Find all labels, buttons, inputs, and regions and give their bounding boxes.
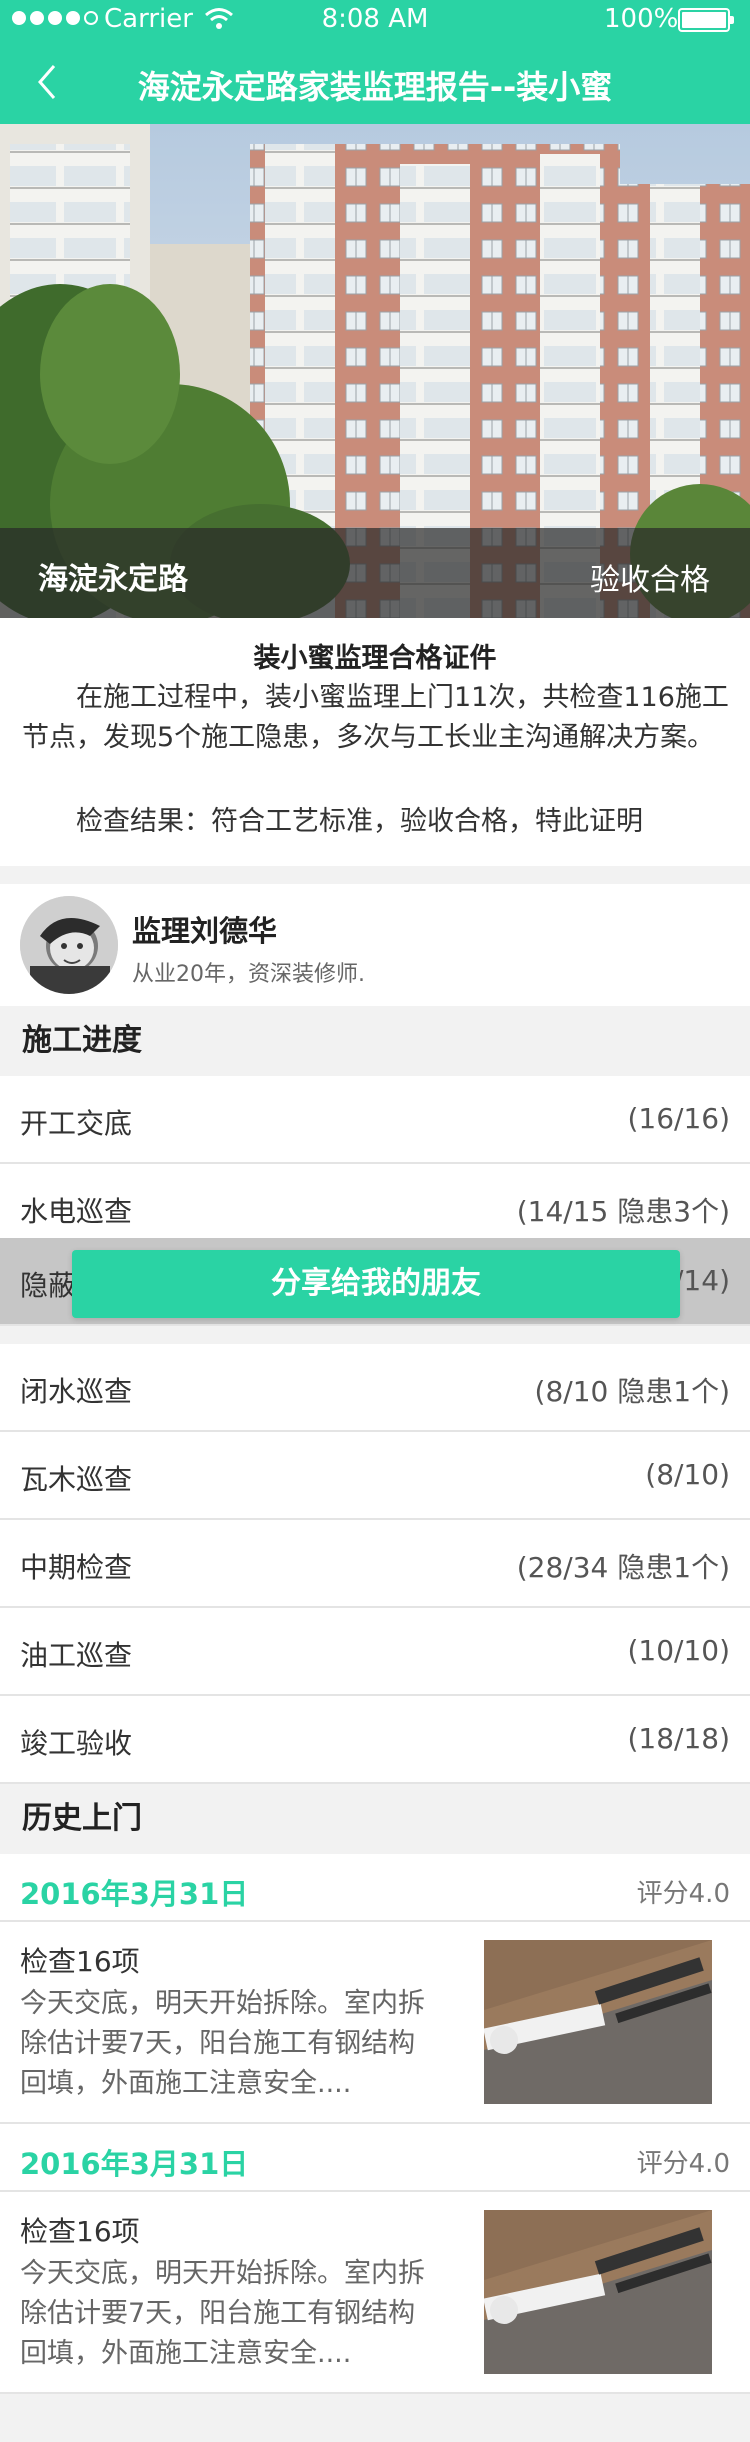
certificate-title: 装小蜜监理合格证件	[253, 643, 497, 674]
progress-row[interactable]: 瓦木巡查 (8/10)	[0, 1432, 750, 1520]
page-title: 海淀永定路家装监理报告--装小蜜	[137, 68, 613, 106]
visit-title: 检查16项	[20, 1945, 140, 1978]
progress-label: 竣工验收	[20, 1727, 133, 1760]
visit-card[interactable]: 检查16项 今天交底，明天开始拆除。室内拆除估计要7天，阳台施工有钢结构回填，外…	[0, 2192, 750, 2394]
visit-score: 评分4.0	[636, 2149, 730, 2179]
progress-label: 油工巡查	[20, 1639, 133, 1672]
progress-label: 中期检查	[20, 1551, 133, 1584]
nav-bar: 海淀永定路家装监理报告--装小蜜	[0, 40, 750, 124]
status-bar: Carrier 8:08 AM 100%	[0, 0, 750, 40]
visit-date: 2016年3月31日	[20, 2147, 249, 2181]
progress-row[interactable]: 闭水巡查 (8/10 隐患1个)	[0, 1344, 750, 1432]
progress-header: 施工进度	[0, 1006, 750, 1076]
supervisor-desc: 从业20年，资深装修师.	[132, 962, 365, 987]
hero-image: 海淀永定路 验收合格	[0, 124, 750, 618]
project-location: 海淀永定路	[38, 562, 188, 597]
progress-value: (16/16)	[627, 1102, 730, 1135]
visit-header[interactable]: 2016年3月31日 评分4.0	[0, 2124, 750, 2192]
progress-value: /14)	[674, 1264, 730, 1297]
battery-percent: 100%	[604, 4, 679, 34]
supervisor-name: 监理刘德华	[132, 914, 278, 948]
visit-header[interactable]: 2016年3月31日 评分4.0	[0, 1854, 750, 1922]
visit-photo[interactable]	[484, 1940, 712, 2104]
progress-label: 闭水巡查	[20, 1375, 133, 1408]
progress-value: (8/10 隐患1个)	[534, 1375, 730, 1408]
progress-row[interactable]: 竣工验收 (18/18)	[0, 1696, 750, 1784]
progress-row[interactable]: 开工交底 (16/16)	[0, 1076, 750, 1164]
hero-caption: 海淀永定路 验收合格	[0, 528, 750, 618]
history-header: 历史上门	[0, 1784, 750, 1854]
avatar	[20, 896, 118, 994]
battery-icon	[678, 8, 734, 32]
visit-summary: 今天交底，明天开始拆除。室内拆除估计要7天，阳台施工有钢结构回填，外面施工注意安…	[20, 1988, 425, 2099]
visit-photo[interactable]	[484, 2210, 712, 2374]
visit-summary: 今天交底，明天开始拆除。室内拆除估计要7天，阳台施工有钢结构回填，外面施工注意安…	[20, 2258, 425, 2369]
progress-label: 开工交底	[20, 1107, 133, 1140]
progress-row[interactable]: 中期检查 (28/34 隐患1个)	[0, 1520, 750, 1608]
visit-title: 检查16项	[20, 2215, 140, 2248]
certificate-body: 在施工过程中，装小蜜监理上门11次，共检查116施工节点，发现5个施工隐患，多次…	[22, 682, 729, 753]
supervisor-card[interactable]: 监理刘德华 从业20年，资深装修师.	[0, 884, 750, 1006]
inspection-status: 验收合格	[590, 563, 710, 598]
progress-label: 瓦木巡查	[20, 1463, 133, 1496]
visit-card[interactable]: 检查16项 今天交底，明天开始拆除。室内拆除估计要7天，阳台施工有钢结构回填，外…	[0, 1922, 750, 2124]
visit-date: 2016年3月31日	[20, 1877, 249, 1911]
progress-value: (28/34 隐患1个)	[516, 1551, 730, 1584]
visit-score: 评分4.0	[636, 1879, 730, 1909]
progress-value: (18/18)	[627, 1722, 730, 1755]
progress-row[interactable]: 油工巡查 (10/10)	[0, 1608, 750, 1696]
progress-label: 隐蔽	[20, 1269, 77, 1302]
progress-value: (10/10)	[627, 1634, 730, 1667]
share-button[interactable]: 分享给我的朋友	[72, 1250, 680, 1318]
progress-label: 水电巡查	[20, 1195, 133, 1228]
certificate-result: 检查结果：符合工艺标准，验收合格，特此证明	[76, 806, 643, 837]
certificate-section: 装小蜜监理合格证件 在施工过程中，装小蜜监理上门11次，共检查116施工节点，发…	[0, 618, 750, 866]
progress-value: (14/15 隐患3个)	[516, 1195, 730, 1228]
progress-value: (8/10)	[645, 1458, 730, 1491]
